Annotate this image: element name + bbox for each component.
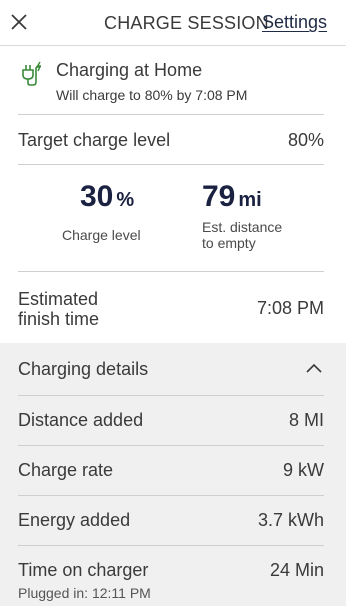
charging-status: Charging at Home Will charge to 80% by 7… — [0, 47, 346, 111]
detail-row-time-on-charger: Time on charger 24 Min Plugged in: 12:11… — [0, 545, 346, 606]
page-title: CHARGE SESSION — [104, 13, 269, 33]
status-subtitle: Will charge to 80% by 7:08 PM — [56, 87, 248, 103]
charge-level-number: 30% — [80, 180, 135, 213]
app-header: CHARGE SESSION Settings — [0, 0, 346, 46]
divider — [18, 271, 324, 272]
charge-level-label: Charge level — [62, 227, 141, 243]
charging-details-section: Charging details Distance added 8 MI Cha… — [0, 343, 346, 606]
target-charge-label: Target charge level — [18, 130, 171, 150]
detail-value: 9 kW — [282, 460, 324, 480]
charging-details-title: Charging details — [18, 359, 149, 379]
detail-row-energy-added: Energy added 3.7 kWh — [0, 495, 346, 545]
detail-label: Charge rate — [18, 460, 114, 480]
charging-plug-icon — [22, 61, 42, 86]
detail-value: 24 Min — [269, 560, 324, 580]
distance-stat: 79 mi — [202, 180, 262, 214]
detail-label: Energy added — [18, 510, 131, 530]
close-icon[interactable] — [9, 12, 29, 32]
finish-time-label: Estimated finish time — [18, 289, 100, 329]
plugged-in-time: Plugged in: 12:11 PM — [18, 585, 151, 601]
detail-label: Distance added — [18, 410, 144, 430]
settings-link[interactable]: Settings — [262, 12, 327, 33]
divider — [18, 164, 324, 165]
distance-number: 79 mi — [202, 180, 262, 213]
detail-label: Time on charger — [18, 560, 149, 580]
charging-details-toggle[interactable]: Charging details — [0, 343, 346, 395]
detail-value: 3.7 kWh — [257, 510, 324, 530]
distance-label: Est. distance to empty — [202, 219, 283, 251]
chevron-up-icon — [306, 363, 322, 373]
finish-time-value: 7:08 PM — [256, 298, 324, 318]
target-charge-row[interactable]: Target charge level 80% — [0, 115, 346, 163]
detail-value: 8 MI — [288, 410, 324, 430]
status-title: Charging at Home — [56, 60, 203, 80]
detail-row-distance-added: Distance added 8 MI — [0, 395, 346, 445]
charge-level-stat: 30% — [80, 180, 134, 214]
detail-row-charge-rate: Charge rate 9 kW — [0, 445, 346, 495]
finish-time-row: Estimated finish time 7:08 PM — [0, 273, 346, 343]
target-charge-value: 80% — [287, 130, 324, 150]
